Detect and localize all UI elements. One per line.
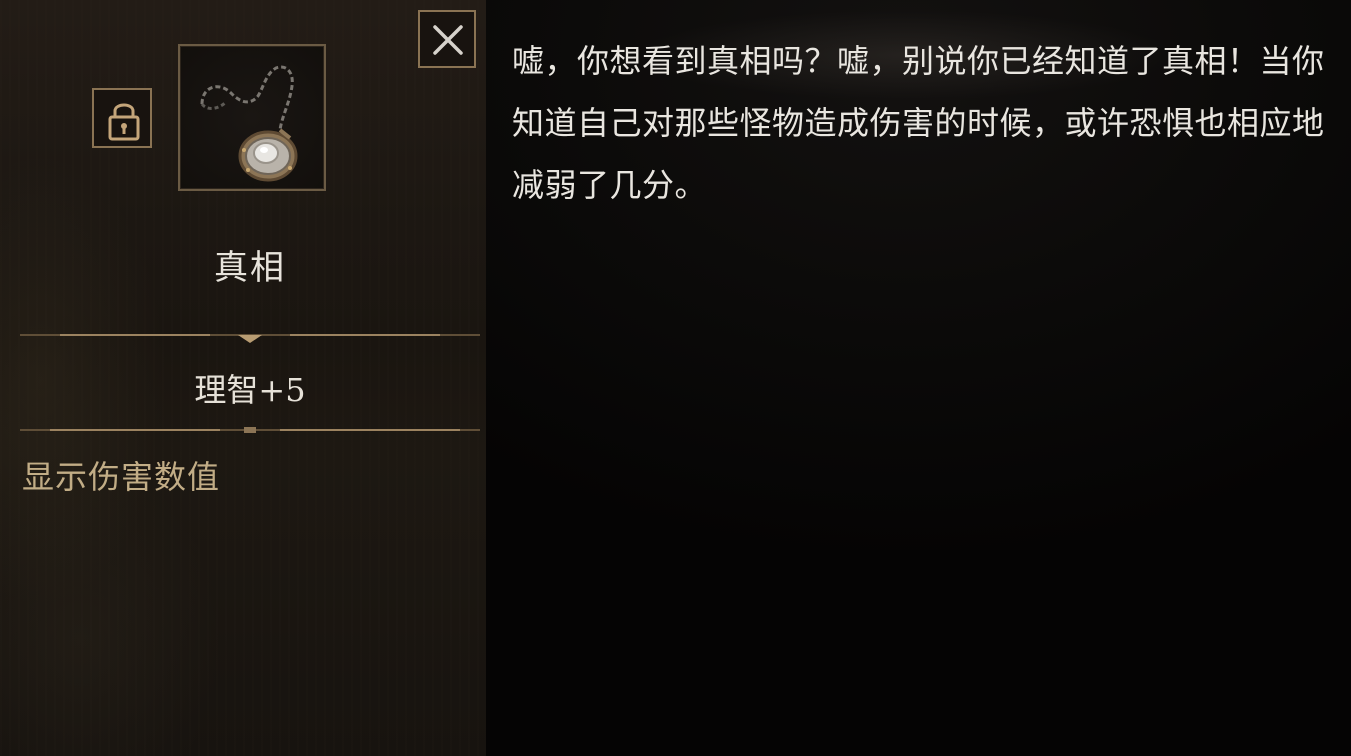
ornamental-divider-top	[20, 330, 480, 343]
ornamental-divider-bottom	[20, 424, 480, 436]
item-detail-panel: 真相 理智+5 显示伤害数值	[0, 0, 487, 756]
close-button[interactable]	[418, 10, 476, 68]
pendant-necklace-icon	[200, 65, 298, 182]
padlock-icon	[108, 103, 140, 141]
item-effect: 显示伤害数值	[22, 458, 221, 496]
game-screen: 真相 理智+5 显示伤害数值 嘘，你想看到真相吗？嘘，别说你已经知道了真相！当你…	[0, 0, 1351, 756]
description-panel: 嘘，你想看到真相吗？嘘，别说你已经知道了真相！当你知道自己对那些怪物造成伤害的时…	[486, 0, 1351, 756]
lock-button[interactable]	[92, 88, 152, 148]
item-name: 真相	[214, 248, 286, 288]
item-description: 嘘，你想看到真相吗？嘘，别说你已经知道了真相！当你知道自己对那些怪物造成伤害的时…	[512, 42, 1325, 204]
close-x-icon	[433, 25, 463, 55]
item-stat: 理智+5	[194, 371, 306, 409]
item-image-frame	[178, 44, 326, 191]
